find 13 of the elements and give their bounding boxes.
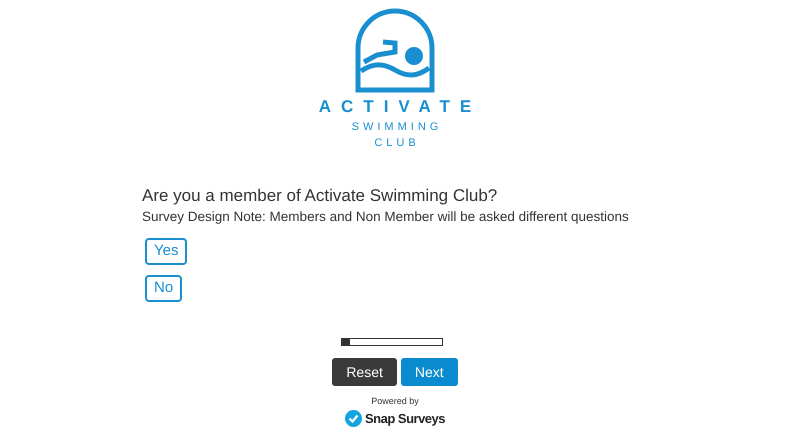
check-icon [345,410,362,428]
logo-name: ACTIVATE [318,97,482,117]
question-title: Are you a member of Activate Swimming Club? [142,185,498,207]
answer-option[interactable]: No [145,275,182,302]
powered-by-text: Powered by [371,396,419,407]
logo-subtitle: SWIMMING [350,120,442,135]
swimmer-logo-icon [353,8,437,94]
answer-option[interactable]: Yes [145,238,188,265]
next-button[interactable]: Next [400,358,458,386]
brand-name: Snap Surveys [365,410,445,428]
reset-button[interactable]: Reset [332,358,397,386]
question-note: Survey Design Note: Members and Non Member will be asked different questions [142,208,630,226]
logo-subtitle: CLUB [373,136,420,151]
